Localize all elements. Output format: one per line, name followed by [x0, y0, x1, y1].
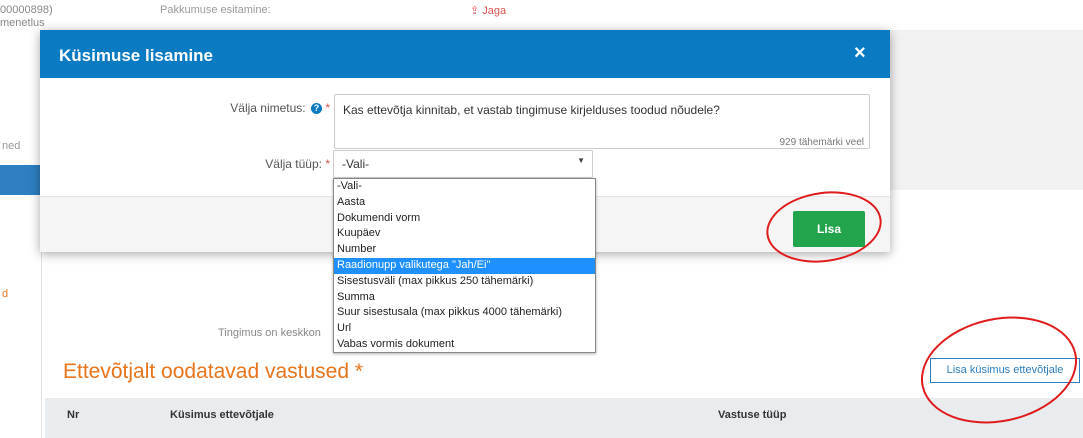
- submission-label: Pakkumuse esitamine:: [160, 4, 271, 16]
- column-header-nr: Nr: [67, 409, 80, 421]
- field-type-dropdown: -Vali- Aasta Dokumendi vorm Kuupäev Number Ra…: [333, 178, 596, 353]
- column-header-answer-type: Vastuse tüüp: [718, 409, 787, 421]
- dropdown-option[interactable]: Number: [334, 242, 595, 258]
- chevron-down-icon: ▼: [577, 156, 585, 165]
- share-icon: ⇪: [470, 5, 480, 17]
- sidebar-active-item[interactable]: [0, 165, 42, 195]
- field-type-label: Välja tüüp: *: [190, 157, 330, 171]
- condition-text: Tingimus on keskkon: [218, 327, 321, 339]
- left-sidebar: [0, 30, 42, 438]
- char-count: 929 tähemärki veel: [779, 137, 865, 148]
- field-name-input[interactable]: Kas ettevõtja kinnitab, et vastab tingim…: [334, 94, 870, 149]
- dropdown-option[interactable]: Raadionupp valikutega "Jah/Ei": [334, 257, 595, 274]
- column-header-question: Küsimus ettevõtjale: [170, 409, 274, 421]
- required-mark: *: [325, 101, 330, 115]
- sidebar-item[interactable]: ned: [2, 140, 20, 152]
- procurement-id-text: 00000898): [0, 4, 53, 16]
- modal-header: Küsimuse lisamine ×: [40, 30, 890, 78]
- field-type-label-text: Välja tüüp:: [265, 157, 322, 171]
- dropdown-option[interactable]: Aasta: [334, 195, 595, 211]
- sidebar-item-orange[interactable]: d: [2, 288, 8, 300]
- dropdown-option[interactable]: -Vali-: [334, 179, 595, 195]
- field-name-label: Välja nimetus: ? *: [190, 101, 330, 115]
- procurement-id: 00000898) menetlus: [0, 4, 53, 30]
- close-icon[interactable]: ×: [854, 42, 866, 65]
- share-link[interactable]: ⇪ Jaga: [470, 4, 506, 17]
- field-name-value: Kas ettevõtja kinnitab, et vastab tingim…: [343, 103, 720, 117]
- modal-title: Küsimuse lisamine: [59, 46, 214, 65]
- dropdown-option[interactable]: Dokumendi vorm: [334, 211, 595, 227]
- dropdown-option[interactable]: Sisestusväli (max pikkus 250 tähemärki): [334, 274, 595, 290]
- help-icon[interactable]: ?: [310, 103, 322, 115]
- dropdown-option[interactable]: Suur sisestusala (max pikkus 4000 tähemä…: [334, 305, 595, 321]
- dropdown-option[interactable]: Vabas vormis dokument: [334, 337, 595, 353]
- required-mark: *: [325, 157, 330, 171]
- section-heading: Ettevõtjalt oodatavad vastused *: [63, 360, 364, 383]
- share-label: Jaga: [482, 5, 507, 17]
- dropdown-option[interactable]: Url: [334, 321, 595, 337]
- dropdown-option[interactable]: Kuupäev: [334, 226, 595, 242]
- dropdown-option[interactable]: Summa: [334, 290, 595, 306]
- field-name-label-text: Välja nimetus:: [230, 101, 306, 115]
- procedure-text: menetlus: [0, 17, 45, 29]
- field-type-value: -Vali-: [342, 157, 370, 171]
- field-type-select[interactable]: -Vali- ▼: [333, 150, 593, 178]
